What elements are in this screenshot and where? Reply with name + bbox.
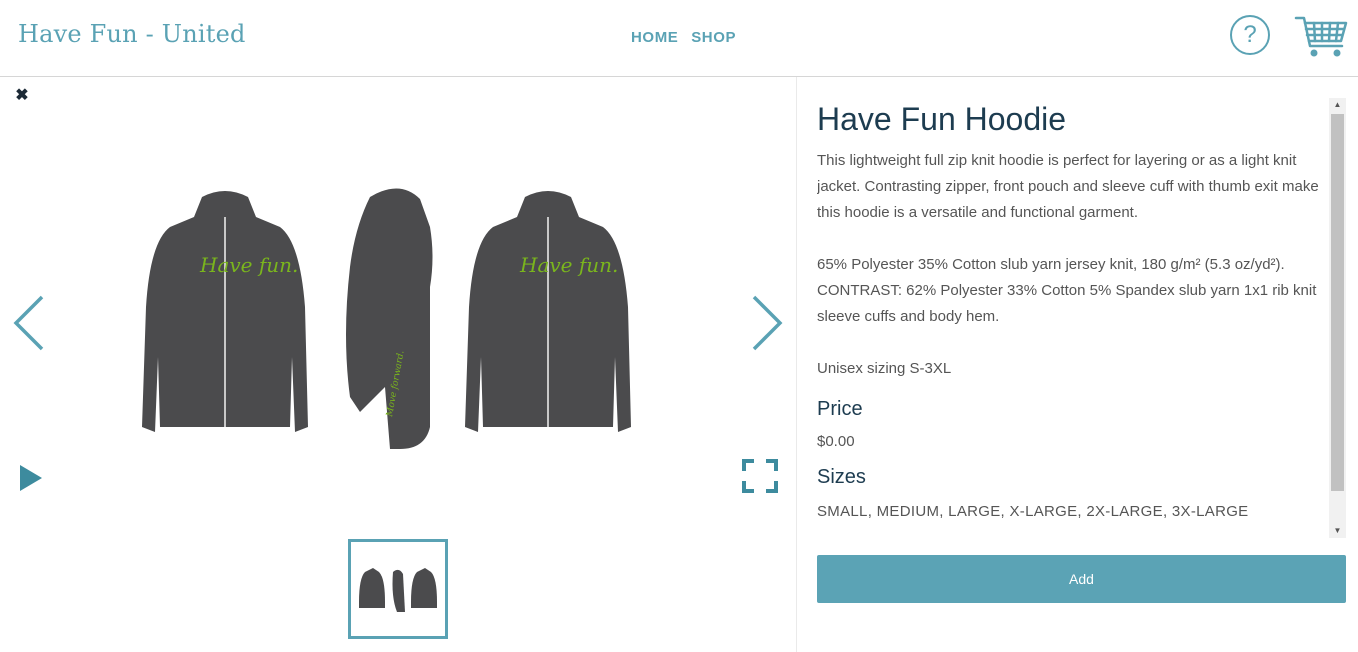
main-nav: HOME SHOP bbox=[631, 29, 744, 46]
scrollbar-thumb[interactable] bbox=[1331, 114, 1344, 491]
product-gallery: Have fun. Move forward. Have fun. bbox=[0, 77, 796, 652]
chevron-left-icon[interactable] bbox=[12, 293, 46, 353]
description-paragraph: 65% Polyester 35% Cotton slub yarn jerse… bbox=[817, 256, 1317, 325]
site-header: Have Fun - United HOME SHOP ? bbox=[0, 0, 1358, 77]
description-paragraph: This lightweight full zip knit hoodie is… bbox=[817, 152, 1319, 221]
nav-home[interactable]: HOME bbox=[631, 29, 678, 46]
product-description: This lightweight full zip knit hoodie is… bbox=[817, 148, 1332, 382]
thumbnail-hoodie-views bbox=[359, 568, 437, 612]
price-label: Price bbox=[817, 398, 863, 420]
add-to-cart-button[interactable]: Add bbox=[817, 555, 1346, 603]
product-details-panel: Have Fun Hoodie This lightweight full zi… bbox=[797, 77, 1358, 652]
chevron-right-icon[interactable] bbox=[750, 293, 784, 353]
nav-shop[interactable]: SHOP bbox=[691, 29, 736, 46]
product-main-image[interactable]: Have fun. Move forward. Have fun. bbox=[130, 187, 660, 467]
details-scrollbar[interactable]: ▲ ▼ bbox=[1329, 98, 1346, 538]
scroll-down-icon[interactable]: ▼ bbox=[1329, 524, 1346, 538]
fullscreen-icon[interactable] bbox=[742, 459, 778, 493]
scroll-up-icon[interactable]: ▲ bbox=[1329, 98, 1346, 112]
print-text-front: Have fun. bbox=[199, 253, 298, 277]
product-title: Have Fun Hoodie bbox=[817, 101, 1067, 137]
thumbnail-image[interactable] bbox=[348, 539, 448, 639]
sizes-label: Sizes bbox=[817, 466, 866, 488]
description-paragraph: Unisex sizing S-3XL bbox=[817, 360, 952, 377]
help-button[interactable]: ? bbox=[1230, 15, 1270, 55]
price-value: $0.00 bbox=[817, 433, 855, 450]
sizes-value: SMALL, MEDIUM, LARGE, X-LARGE, 2X-LARGE,… bbox=[817, 503, 1249, 520]
details-scroll-area[interactable]: Have Fun Hoodie This lightweight full zi… bbox=[817, 97, 1332, 537]
shopping-cart-icon[interactable] bbox=[1294, 14, 1348, 60]
play-icon[interactable] bbox=[18, 463, 44, 493]
site-title[interactable]: Have Fun - United bbox=[18, 20, 246, 48]
question-icon: ? bbox=[1243, 21, 1257, 48]
print-text-back: Have fun. bbox=[519, 253, 618, 277]
